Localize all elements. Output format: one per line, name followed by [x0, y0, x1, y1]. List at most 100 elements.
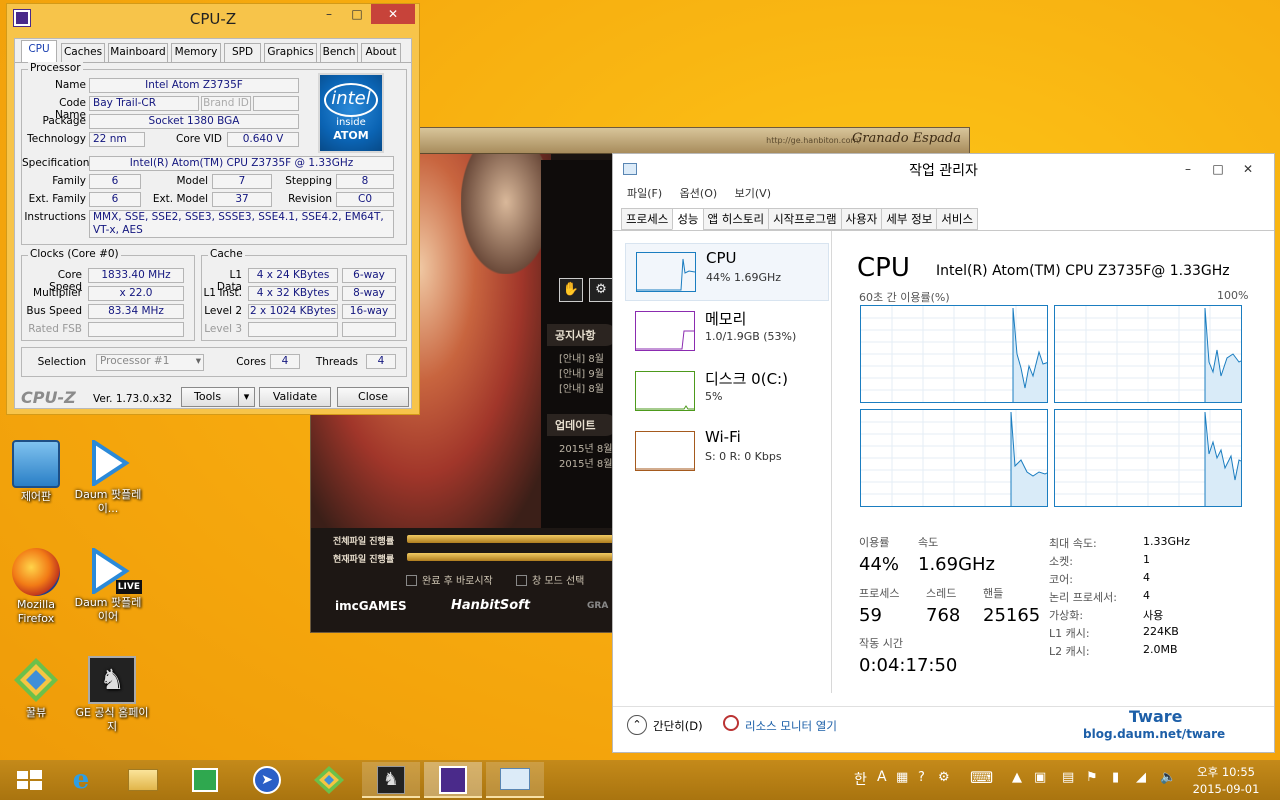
desktop-icon-firefox[interactable]: Mozilla Firefox	[0, 548, 74, 626]
validate-button[interactable]: Validate	[259, 387, 331, 407]
tab-performance[interactable]: 성능	[672, 208, 704, 230]
intel-atom-logo: intel inside ATOM	[318, 73, 384, 153]
total-progress-label: 전체파일 진행률	[333, 537, 395, 547]
package-label: Package	[42, 115, 86, 127]
taskbar-honeyview[interactable]	[300, 762, 358, 798]
ime-hanja-icon[interactable]: ▦	[896, 770, 908, 785]
minimize-button[interactable]: –	[1173, 159, 1203, 179]
taskbar-cpuz[interactable]	[424, 762, 482, 798]
spec-value: Intel(R) Atom(TM) CPU Z3735F @ 1.33GHz	[89, 156, 394, 171]
menu-options[interactable]: 옵션(O)	[680, 184, 717, 204]
volume-icon[interactable]: 🔈	[1160, 770, 1176, 785]
store-icon	[192, 768, 218, 792]
codename-value: Bay Trail-CR	[89, 96, 199, 111]
technology-label: Technology	[27, 133, 86, 145]
tm-titlebar[interactable]: 작업 관리자 – □ ✕	[613, 154, 1274, 184]
tab-app-history[interactable]: 앱 히스토리	[702, 208, 770, 230]
maximize-button[interactable]: □	[1203, 159, 1233, 179]
corespeed-value: 1833.40 MHz	[88, 268, 184, 283]
sidebar-item-wifi[interactable]: Wi-Fi S: 0 R: 0 Kbps	[625, 423, 829, 481]
action-center-flag-icon[interactable]: ⚑	[1086, 770, 1098, 785]
window-mode-checkbox[interactable]: 창 모드 선택	[516, 572, 584, 587]
resource-monitor-link[interactable]: 리소스 모니터 열기	[745, 718, 837, 734]
help-icon[interactable]: ?	[918, 770, 925, 785]
uptime-label: 작동 시간	[859, 637, 903, 650]
taskbar-app-compass[interactable]: ➤	[238, 762, 296, 798]
threads-label: 스레드	[926, 587, 957, 600]
tab-users[interactable]: 사용자	[840, 208, 883, 230]
menu-view[interactable]: 보기(V)	[735, 184, 771, 204]
potplayer-live-icon: LIVE	[86, 546, 142, 596]
model-value: 7	[212, 174, 272, 189]
wifi-icon[interactable]: ◢	[1136, 770, 1146, 785]
total-progress-bar	[407, 535, 617, 543]
multiplier-value: x 22.0	[88, 286, 184, 301]
tools-dropdown-icon[interactable]: ▾	[238, 388, 254, 406]
taskbar-ge-launcher[interactable]: ♞	[362, 762, 420, 798]
battery-icon[interactable]: ▮	[1112, 770, 1119, 785]
keyboard-icon[interactable]: ⌨	[970, 768, 993, 787]
maximize-button[interactable]: □	[343, 4, 371, 24]
sidebar-item-cpu[interactable]: CPU 44% 1.69GHz	[625, 243, 829, 301]
desktop-icon-daum-potplayer[interactable]: Daum 팟플레이...	[70, 438, 146, 516]
tools-button[interactable]: Tools ▾	[181, 387, 255, 407]
tab-spd[interactable]: SPD	[224, 43, 261, 62]
sidebar-item-disk[interactable]: 디스크 0(C:) 5%	[625, 363, 829, 421]
l1inst-label: L1 Inst.	[203, 287, 242, 299]
ime-mode[interactable]: A	[877, 769, 887, 785]
chevron-up-icon[interactable]: ⌃	[627, 715, 647, 735]
network-status-icon[interactable]: ▤	[1062, 770, 1074, 785]
fewer-details-link[interactable]: 간단히(D)	[653, 718, 703, 734]
sidebar-item-memory[interactable]: 메모리 1.0/1.9GB (53%)	[625, 303, 829, 361]
start-button[interactable]	[0, 762, 58, 798]
minimize-button[interactable]: –	[315, 4, 343, 24]
tab-startup[interactable]: 시작프로그램	[768, 208, 842, 230]
ratedfsb-label: Rated FSB	[28, 323, 82, 335]
taskbar-explorer[interactable]	[114, 762, 172, 798]
version-text: Ver. 1.73.0.x32	[93, 393, 173, 405]
tab-mainboard[interactable]: Mainboard	[108, 43, 168, 62]
processor-select[interactable]: Processor #1 ▾	[96, 354, 204, 371]
tab-memory[interactable]: Memory	[171, 43, 221, 62]
ge-lion-icon: ♞	[377, 766, 405, 794]
tab-bench[interactable]: Bench	[320, 43, 358, 62]
tab-details[interactable]: 세부 정보	[881, 208, 938, 230]
menu-file[interactable]: 파일(F)	[627, 184, 662, 204]
tab-processes[interactable]: 프로세스	[621, 208, 674, 230]
tm-menubar: 파일(F) 옵션(O) 보기(V)	[613, 184, 1274, 204]
cpuz-titlebar[interactable]: CPU-Z – □ ✕	[7, 4, 419, 32]
taskbar-task-manager[interactable]	[486, 762, 544, 798]
show-hidden-icons-icon[interactable]: ▲	[1012, 770, 1022, 785]
autostart-checkbox[interactable]: 완료 후 바로시작	[406, 572, 493, 587]
l3-label: Level 3	[204, 323, 242, 335]
tab-graphics[interactable]: Graphics	[264, 43, 317, 62]
task-manager-icon	[500, 768, 530, 790]
extmodel-label: Ext. Model	[152, 193, 208, 205]
l2-value: 2 x 1024 KBytes	[248, 304, 338, 319]
sidebar-memory-sub: 1.0/1.9GB (53%)	[705, 330, 797, 343]
desktop-icon-ge-homepage[interactable]: ♞ GE 공식 홈페이지	[74, 656, 150, 734]
ime-hangul[interactable]: 한	[854, 769, 867, 789]
busspeed-value: 83.34 MHz	[88, 304, 184, 319]
shortcut-icon-2[interactable]: ⚙	[589, 278, 613, 302]
file-progress-label: 현재파일 진행률	[333, 555, 395, 565]
close-window-button[interactable]: ✕	[371, 4, 415, 24]
cpu-heading: CPU	[857, 253, 910, 283]
ime-settings-icon[interactable]: ⚙	[938, 770, 950, 785]
clock[interactable]: 오후 10:55 2015-09-01	[1186, 764, 1266, 796]
close-window-button[interactable]: ✕	[1233, 159, 1263, 179]
taskbar-store[interactable]	[176, 762, 234, 798]
stepping-label: Stepping	[285, 175, 332, 187]
tab-cpu[interactable]: CPU	[21, 40, 57, 62]
tray-app-icon[interactable]: ▣	[1034, 770, 1046, 785]
tab-caches[interactable]: Caches	[61, 43, 105, 62]
tab-about[interactable]: About	[361, 43, 401, 62]
taskbar-ie[interactable]: e	[52, 762, 110, 798]
desktop-icon-control-panel[interactable]: 제어판	[0, 440, 74, 504]
taskbar: e ➤ ♞ 한 A ▦ ? ⚙ ⌨ ▲ ▣ ▤ ⚑ ▮ ◢ 🔈 오후 10:55…	[0, 760, 1280, 800]
tab-services[interactable]: 서비스	[936, 208, 979, 230]
close-button[interactable]: Close	[337, 387, 409, 407]
desktop-icon-honeyview[interactable]: 꿀뷰	[0, 656, 74, 720]
shortcut-icon-1[interactable]: ✋	[559, 278, 583, 302]
desktop-icon-daum-potplayer-live[interactable]: LIVE Daum 팟플레이어	[70, 546, 146, 624]
